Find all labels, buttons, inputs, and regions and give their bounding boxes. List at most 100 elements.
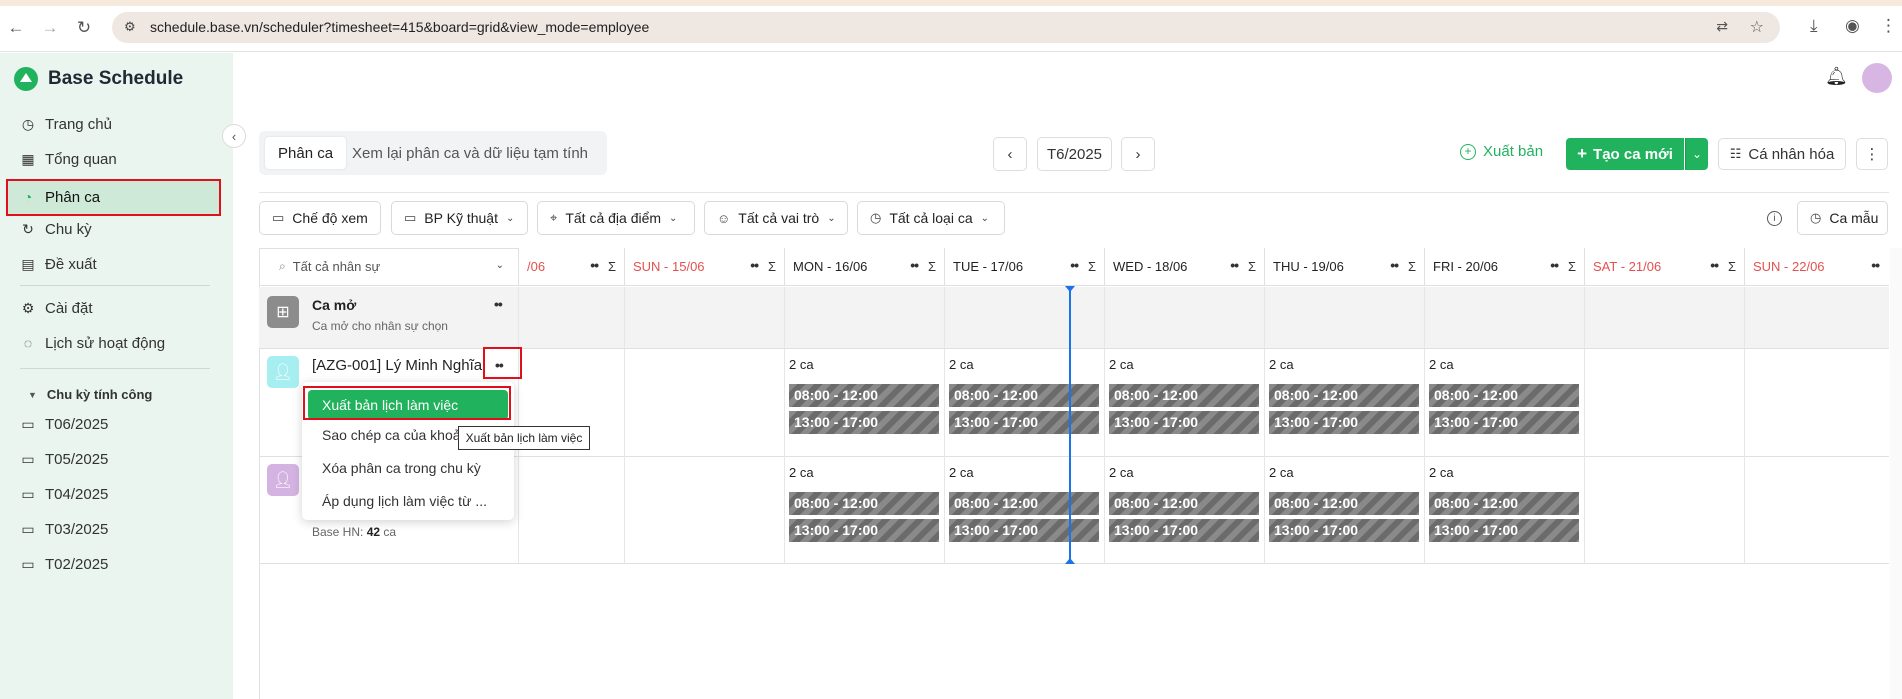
template-shift-button[interactable]: ◷ Ca mẫu [1797,201,1888,235]
tab-schedule[interactable]: Phân ca [265,137,347,169]
sidebar-item-settings[interactable]: ⚙ Cài đặt [20,294,220,322]
shift-block[interactable]: 08:00 - 12:00 [1269,492,1419,515]
day-column-header[interactable]: FRI - 20/06 •• Σ [1425,248,1585,286]
sum-icon[interactable]: Σ [1728,259,1736,274]
shift-block[interactable]: 08:00 - 12:00 [1429,492,1579,515]
more-horizontal-icon[interactable]: •• [1070,257,1079,273]
chevron-left-icon: ‹ [231,128,237,144]
shift-block[interactable]: 08:00 - 12:00 [949,492,1099,515]
sidebar-item-label: Lịch sử hoạt động [45,334,166,352]
more-horizontal-icon[interactable]: •• [1230,257,1239,273]
location-filter[interactable]: ⌖ Tất cả địa điểm ⌄ [537,201,695,235]
shift-type-filter[interactable]: ◷ Tất cả loại ca ⌄ [857,201,1005,235]
shift-block[interactable]: 08:00 - 12:00 [1429,384,1579,407]
shift-count: 2 ca [1429,357,1454,372]
chevron-down-icon: ⌄ [980,212,989,224]
sidebar-item-home[interactable]: ◷ Trang chủ [20,110,220,138]
next-period-button[interactable]: › [1121,137,1155,171]
collapse-sidebar-button[interactable]: ‹ [222,124,246,148]
more-options-button[interactable]: ⋮ [1856,138,1888,170]
day-column-header[interactable]: /06 •• Σ [519,248,625,286]
employee-search[interactable]: ⌕ Tất cả nhân sự ⌄ [259,248,519,286]
sum-icon[interactable]: Σ [1248,259,1256,274]
translate-icon[interactable]: ⇄ [1716,18,1728,35]
department-filter[interactable]: ▭ BP Kỹ thuật ⌄ [391,201,528,235]
sidebar-item-overview[interactable]: ▦ Tổng quan [20,145,220,173]
sidebar-period-item[interactable]: ▭ T03/2025 [20,515,220,543]
avatar[interactable] [1862,63,1892,93]
menu-item-delete-shifts[interactable]: Xóa phân ca trong chu kỳ [302,453,514,483]
day-column-header[interactable]: TUE - 17/06 •• Σ [945,248,1105,286]
more-horizontal-icon[interactable]: •• [1550,257,1559,273]
day-column-header[interactable]: WED - 18/06 •• Σ [1105,248,1265,286]
shift-block[interactable]: 13:00 - 17:00 [1109,519,1259,542]
more-horizontal-icon[interactable]: •• [1871,257,1880,273]
shift-block[interactable]: 13:00 - 17:00 [1109,411,1259,434]
shift-block[interactable]: 13:00 - 17:00 [949,411,1099,434]
view-mode-button[interactable]: ▭ Chế độ xem [259,201,381,235]
shift-block[interactable]: 13:00 - 17:00 [1269,519,1419,542]
day-column-header[interactable]: SUN - 22/06 •• [1745,248,1889,286]
sidebar-period-item[interactable]: ▭ T05/2025 [20,445,220,473]
day-column-header[interactable]: MON - 16/06 •• Σ [785,248,945,286]
shift-count: 2 ca [1269,357,1294,372]
shift-block[interactable]: 08:00 - 12:00 [789,492,939,515]
bell-icon[interactable]: 🔔︎ [1825,66,1848,87]
menu-icon[interactable]: ⋮ [1880,16,1897,36]
sum-icon[interactable]: Σ [1568,259,1576,274]
brand[interactable]: Base Schedule [14,67,183,91]
more-horizontal-icon[interactable]: •• [910,257,919,273]
profile-icon[interactable]: ◉ [1845,16,1860,36]
day-column-header[interactable]: SUN - 15/06 •• Σ [625,248,785,286]
shift-block[interactable]: 08:00 - 12:00 [789,384,939,407]
site-settings-icon[interactable]: ⚙ [124,19,136,35]
more-horizontal-icon[interactable]: •• [750,257,759,273]
shift-block[interactable]: 13:00 - 17:00 [1429,411,1579,434]
shift-block[interactable]: 13:00 - 17:00 [789,411,939,434]
sum-icon[interactable]: Σ [1088,259,1096,274]
sidebar-item-activity[interactable]: ◌ Lịch sử hoạt động [20,329,220,357]
bookmark-star-icon[interactable]: ☆ [1750,17,1764,37]
role-filter[interactable]: ☺ Tất cả vai trò ⌄ [704,201,848,235]
info-icon[interactable]: i [1767,211,1782,226]
forward-icon[interactable]: → [38,16,62,40]
shift-block[interactable]: 13:00 - 17:00 [949,519,1099,542]
more-horizontal-icon[interactable]: •• [1710,257,1719,273]
more-horizontal-icon[interactable]: •• [494,296,503,312]
download-icon[interactable]: ⤓ [1810,16,1818,36]
sum-icon[interactable]: Σ [608,259,616,274]
create-shift-dropdown[interactable]: ⌄ [1685,138,1708,170]
tab-review[interactable]: Xem lại phân ca và dữ liệu tạm tính [339,137,601,169]
sidebar-period-item[interactable]: ▭ T02/2025 [20,550,220,578]
sidebar-period-item[interactable]: ▭ T04/2025 [20,480,220,508]
prev-period-button[interactable]: ‹ [993,137,1027,171]
personalize-button[interactable]: ☷ Cá nhân hóa [1718,138,1846,170]
address-bar[interactable]: ⚙ schedule.base.vn/scheduler?timesheet=4… [112,12,1780,43]
scrollbar[interactable] [1890,248,1902,699]
sum-icon[interactable]: Σ [768,259,776,274]
publish-button[interactable]: + Xuất bản [1460,143,1543,160]
employee-name[interactable]: [AZG-001] Lý Minh Nghĩa [312,357,482,374]
reload-icon[interactable]: ↻ [72,16,96,40]
day-column-header[interactable]: SAT - 21/06 •• Σ [1585,248,1745,286]
shift-block[interactable]: 13:00 - 17:00 [1429,519,1579,542]
shift-block[interactable]: 08:00 - 12:00 [949,384,1099,407]
period-selector[interactable]: T6/2025 [1037,137,1112,171]
more-horizontal-icon[interactable]: •• [1390,257,1399,273]
sum-icon[interactable]: Σ [928,259,936,274]
menu-item-apply-schedule[interactable]: Áp dụng lịch làm việc từ ... [302,486,514,516]
more-horizontal-icon[interactable]: •• [590,257,599,273]
shift-block[interactable]: 08:00 - 12:00 [1269,384,1419,407]
day-column-header[interactable]: THU - 19/06 •• Σ [1265,248,1425,286]
create-shift-button[interactable]: + Tạo ca mới [1566,138,1684,170]
shift-block[interactable]: 08:00 - 12:00 [1109,492,1259,515]
sum-icon[interactable]: Σ [1408,259,1416,274]
back-icon[interactable]: ← [4,16,28,40]
sidebar-item-cycle[interactable]: ↻ Chu kỳ [20,215,220,243]
shift-block[interactable]: 13:00 - 17:00 [1269,411,1419,434]
shift-block[interactable]: 13:00 - 17:00 [789,519,939,542]
shift-block[interactable]: 08:00 - 12:00 [1109,384,1259,407]
sidebar-item-requests[interactable]: ▤ Đề xuất [20,250,220,278]
sidebar-period-item[interactable]: ▭ T06/2025 [20,410,220,438]
sidebar-group-header[interactable]: ▼ Chu kỳ tính công [28,387,152,402]
